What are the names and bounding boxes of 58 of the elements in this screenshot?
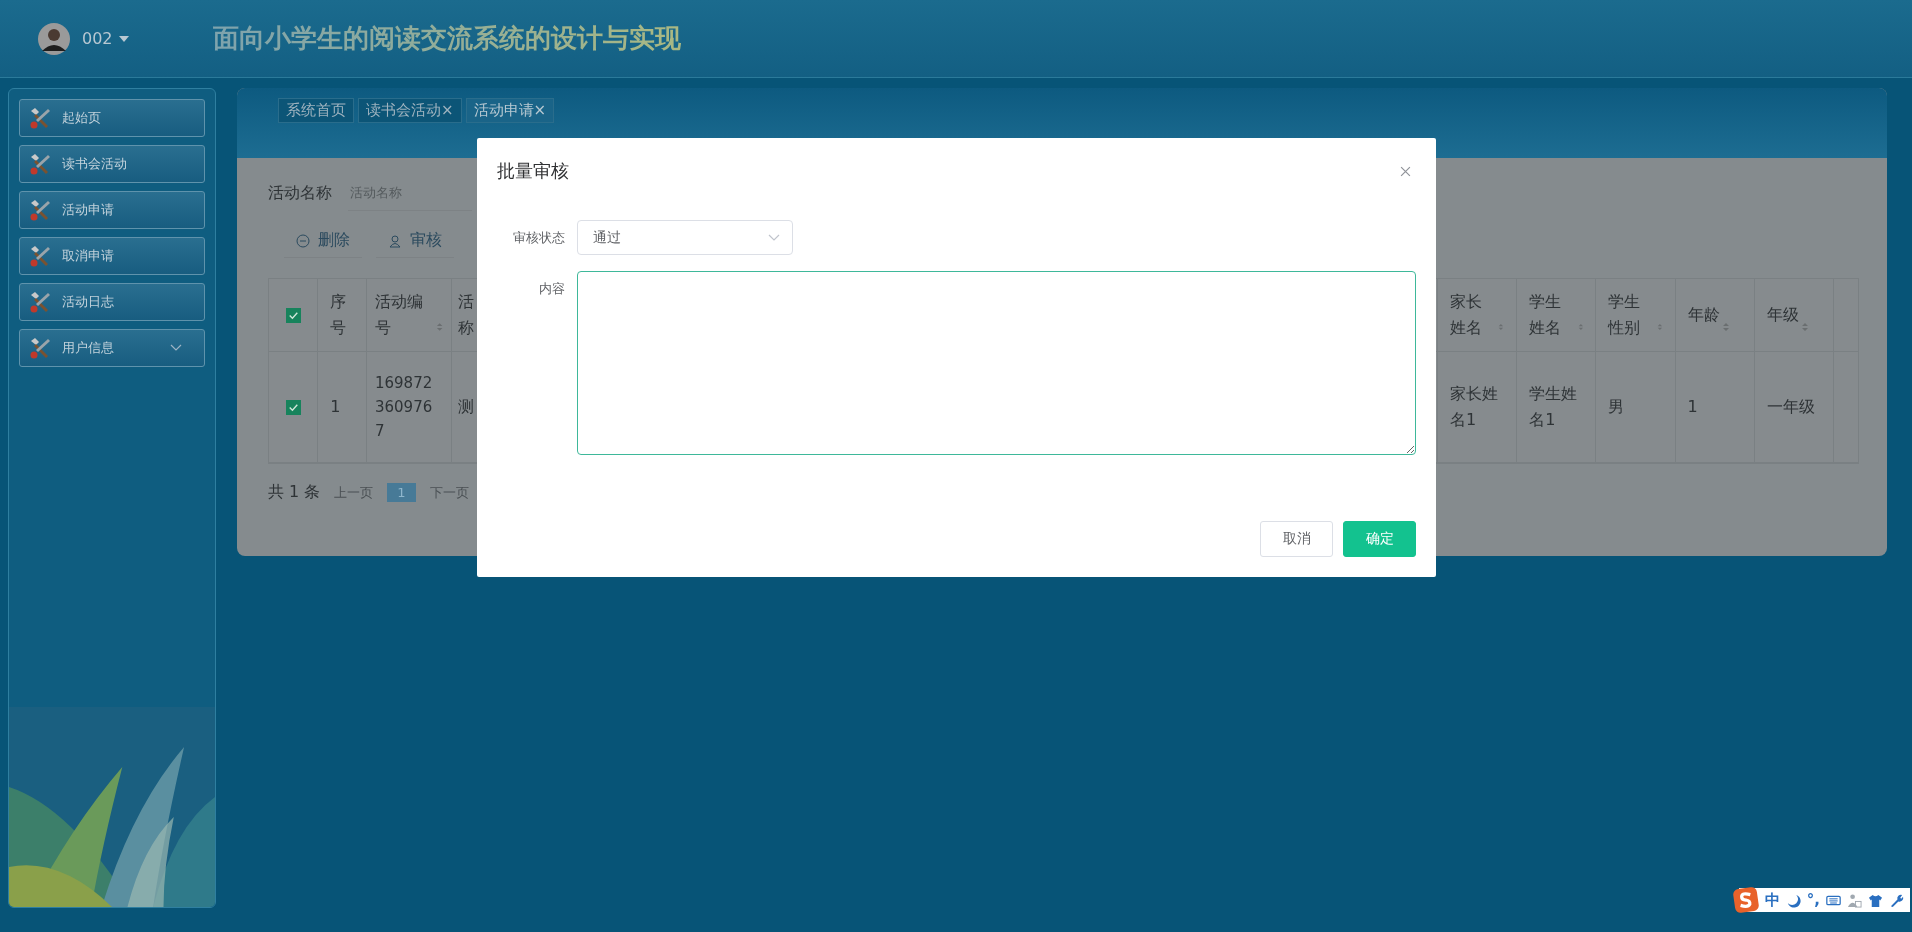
table-cell-text: 1 [330,396,341,419]
header-cell[interactable]: 活动编号 [366,279,452,351]
shirt-icon[interactable] [1868,892,1883,908]
header-cell[interactable]: 序号 [318,279,367,351]
sidebar-item[interactable]: 起始页 [19,99,205,137]
chevron-down-icon [768,233,780,242]
header-cell[interactable]: 学生性别 [1596,279,1676,351]
status-select[interactable]: 通过 [577,220,793,255]
tools-icon [28,336,52,360]
avatar-icon[interactable] [38,22,70,55]
tools-icon [28,152,52,176]
checkbox[interactable] [285,399,301,415]
s-logo-icon[interactable] [1732,887,1759,913]
table-cell-text: 一年级 [1766,396,1815,419]
field-label: 内容 [537,280,565,298]
page-tab[interactable]: 活动申请× [465,98,555,123]
delete-button[interactable]: 删除 [284,224,362,258]
sidebar-item[interactable]: 活动日志 [19,283,205,321]
user-name[interactable]: 002 [82,29,113,48]
sidebar-item[interactable]: 读书会活动 [19,145,205,183]
dialog-title: 批量审核 [497,159,569,183]
search-label: 活动名称 [268,182,332,204]
user-icon [388,233,402,248]
header-cell[interactable]: 年级 [1754,279,1834,351]
field-label: 审核状态 [512,229,565,247]
table-cell-text: 学生姓名1 [1529,383,1579,431]
chevron-down-icon [170,344,182,352]
confirm-button[interactable]: 确定 [1343,521,1416,557]
header-cell[interactable]: 家长姓名 [1437,279,1518,351]
tools-icon [28,198,52,222]
tools-icon [28,290,52,314]
close-icon[interactable] [1400,165,1411,177]
tools-icon [28,106,52,130]
wrench-icon[interactable] [1889,892,1904,908]
tools-icon [28,244,52,268]
review-button[interactable]: 审核 [376,224,454,258]
page-tab[interactable]: 读书会活动× [358,98,462,123]
table-cell-text: 1698723609767 [374,373,434,442]
total-count: 共 1 条 [268,482,321,503]
sidebar-item[interactable]: 活动申请 [19,191,205,229]
table-cell-text: 测 [457,396,474,419]
caret-icon[interactable] [118,35,129,42]
sidebar-item[interactable]: 取消申请 [19,237,205,275]
minus-circle-icon [296,233,310,248]
header-cell[interactable]: 学生姓名 [1517,279,1597,351]
person-icon[interactable] [1847,892,1862,908]
punctuation-toggle[interactable]: °, [1806,891,1820,909]
sidebar-item[interactable]: 用户信息 [19,329,205,367]
page-tab[interactable]: 系统首页 [278,98,354,123]
table-cell-text: 家长姓名1 [1449,383,1499,431]
page-number[interactable]: 1 [387,483,416,502]
input-mode-toggle[interactable]: 中 [1764,890,1780,910]
moon-icon[interactable] [1785,892,1801,908]
table-cell-text: 1 [1687,396,1698,419]
checkbox[interactable] [285,307,301,323]
table-cell-text: 男 [1608,396,1625,419]
cancel-button[interactable]: 取消 [1260,521,1333,557]
header-cell[interactable]: 年龄 [1675,279,1755,351]
